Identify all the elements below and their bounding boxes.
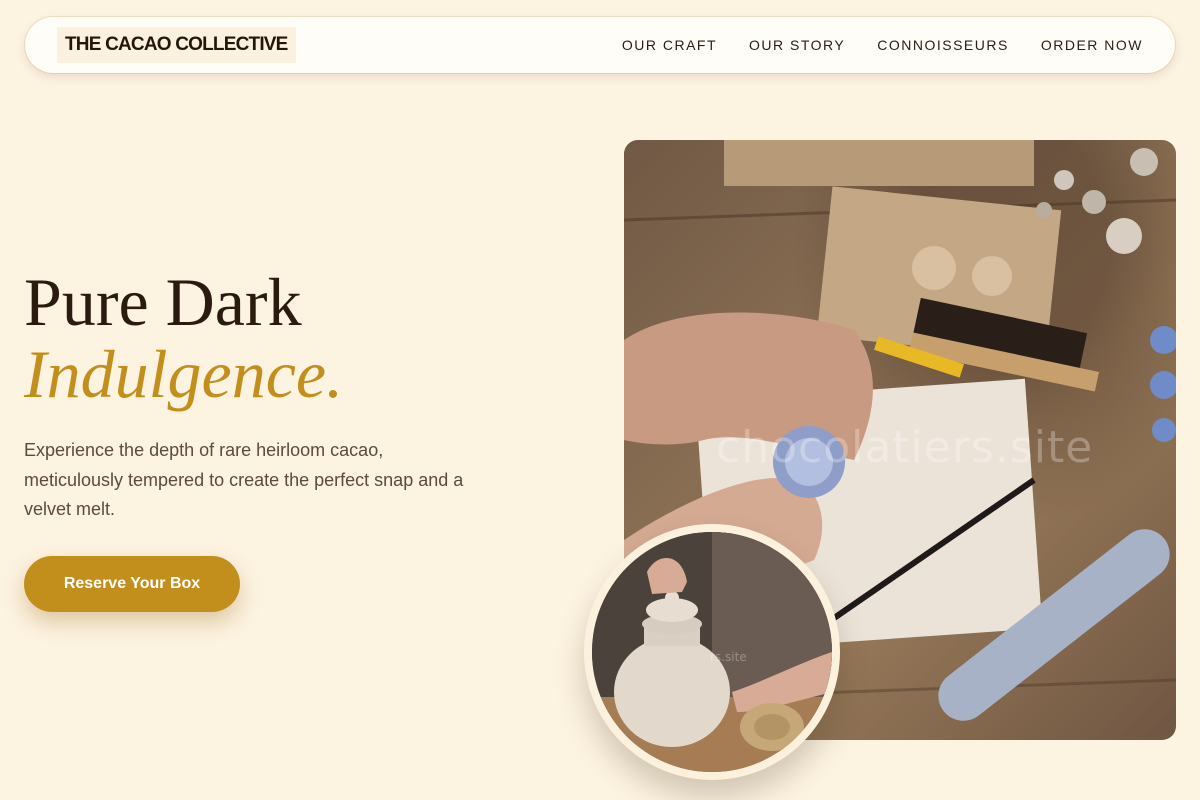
nav-link-connoisseurs[interactable]: CONNOISSEURS (877, 37, 1009, 53)
circle-photo-watermark: rs.site (710, 650, 747, 664)
hero-subtext: Experience the depth of rare heirloom ca… (24, 440, 464, 519)
reserve-box-button[interactable]: Reserve Your Box (24, 556, 240, 612)
top-navigation: THE CACAO COLLECTIVE OUR CRAFT OUR STORY… (25, 17, 1175, 73)
nav-links: OUR CRAFT OUR STORY CONNOISSEURS ORDER N… (622, 37, 1143, 53)
nav-link-our-story[interactable]: OUR STORY (749, 37, 845, 53)
hero-headline: Pure Dark Indulgence. (24, 266, 343, 410)
headline-line-1: Pure Dark (24, 264, 302, 340)
circle-photo-inner: rs.site (592, 532, 832, 772)
main-photo-watermark: chocolatiers.site (716, 422, 1094, 473)
brand-logo[interactable]: THE CACAO COLLECTIVE (57, 27, 296, 63)
headline-line-2: Indulgence. (24, 336, 344, 412)
hero-circle-photo: rs.site (584, 524, 840, 780)
nav-link-order-now[interactable]: ORDER NOW (1041, 37, 1143, 53)
nav-link-our-craft[interactable]: OUR CRAFT (622, 37, 717, 53)
